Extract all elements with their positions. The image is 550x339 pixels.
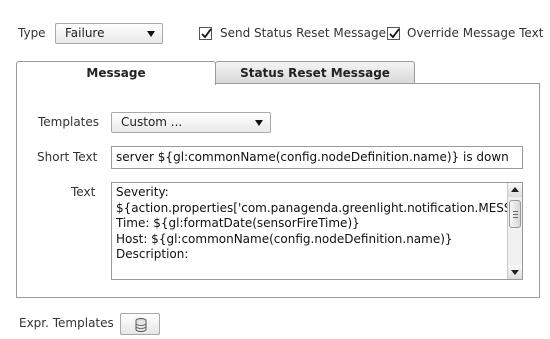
text-label: Text [71, 185, 96, 199]
text-area-content: Severity: ${action.properties['com.panag… [116, 185, 522, 262]
chevron-down-icon [255, 120, 263, 126]
checkmark-icon [389, 28, 400, 39]
type-dropdown-value: Failure [65, 26, 105, 40]
scroll-up-button[interactable] [508, 183, 522, 197]
tab-message-label: Message [86, 66, 146, 80]
tab-message[interactable]: Message [16, 61, 216, 85]
expr-templates-button[interactable] [120, 313, 160, 335]
expr-templates-label: Expr. Templates [19, 316, 114, 330]
override-message-checkbox[interactable] [387, 27, 400, 40]
type-dropdown[interactable]: Failure [55, 23, 163, 44]
arrow-down-icon [511, 270, 519, 275]
text-area-scrollbar[interactable] [507, 183, 522, 279]
tab-status-reset-label: Status Reset Message [240, 66, 390, 80]
send-status-reset-label: Send Status Reset Message [220, 26, 387, 40]
chevron-down-icon [147, 31, 155, 37]
templates-dropdown-value: Custom ... [121, 115, 183, 129]
scroll-down-button[interactable] [508, 265, 522, 279]
templates-label: Templates [38, 115, 100, 129]
checkmark-icon [201, 28, 212, 39]
short-text-input[interactable]: server ${gl:commonName(config.nodeDefini… [111, 146, 523, 169]
arrow-up-icon [511, 187, 519, 192]
tab-status-reset-message[interactable]: Status Reset Message [215, 61, 415, 84]
text-area[interactable]: Severity: ${action.properties['com.panag… [111, 182, 523, 280]
scroll-thumb[interactable] [509, 200, 521, 228]
type-label: Type [18, 26, 46, 40]
database-icon [135, 318, 147, 332]
short-text-label: Short Text [37, 150, 98, 164]
templates-dropdown[interactable]: Custom ... [111, 112, 271, 133]
override-message-label: Override Message Text [407, 26, 544, 40]
send-status-reset-checkbox[interactable] [199, 27, 212, 40]
